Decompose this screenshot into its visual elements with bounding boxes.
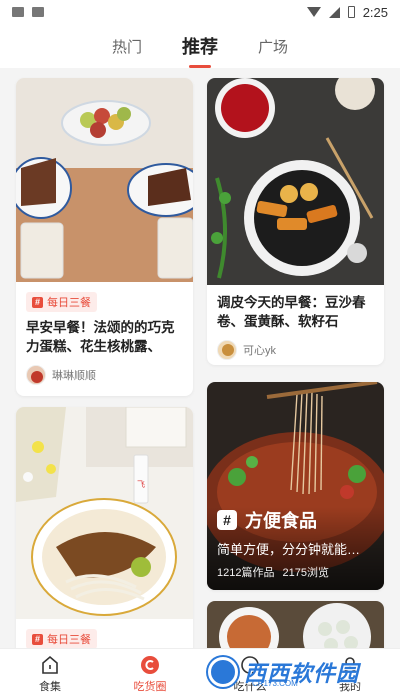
topic-card[interactable]: # 方便食品 简单方便，分分钟就能… 1212篇作品 2175浏览 [207,382,384,590]
bottom-nav: 食集 吃货圈 吃什么 我的 [0,648,400,700]
hashtag-icon: # [32,633,43,645]
topic-image: # 方便食品 简单方便，分分钟就能… 1212篇作品 2175浏览 [207,382,384,590]
breakfast-photo [207,78,384,285]
topic-views-count: 2175浏览 [282,567,329,579]
dumpling-photo [207,601,384,648]
home-icon [42,655,58,674]
nav-label: 吃什么 [233,681,267,693]
discover-icon [241,656,259,674]
author-name: 可心yk [243,345,276,357]
post-card[interactable]: # 每日三餐 早安早餐！法颂的的巧克力蛋糕、花生核桃露、枣！… 琳琳顺顺 [16,78,193,396]
post-image[interactable]: 飞 [16,407,193,619]
topic-badge-label: 每日三餐 [47,297,91,309]
app-notification-icon [32,7,44,17]
topic-works-count: 1212篇作品 [217,567,275,579]
topic-badge-label: 每日三餐 [47,634,91,646]
nav-wode[interactable]: 我的 [300,649,400,700]
svg-text:飞: 飞 [137,480,145,489]
profile-icon [342,657,358,674]
post-card[interactable] [207,601,384,648]
post-title[interactable]: 早安早餐！法颂的的巧克力蛋糕、花生核桃露、枣！… [26,318,183,356]
topic-badge[interactable]: # 每日三餐 [26,629,97,648]
nav-shiji[interactable]: 食集 [0,649,100,700]
post-image[interactable] [16,78,193,282]
wifi-icon [306,7,321,17]
topic-subtitle: 简单方便，分分钟就能… [217,542,361,557]
post-card[interactable]: 飞 # 每日三餐 [16,407,193,648]
tab-hot[interactable]: 热门 [112,36,142,57]
post-image[interactable] [207,78,384,285]
nav-chihuoquan[interactable]: 吃货圈 [100,649,200,700]
hashtag-icon: # [217,510,237,530]
nav-label: 我的 [339,681,361,693]
signal-icon [328,6,340,18]
nav-label: 食集 [39,681,61,693]
nav-label: 吃货圈 [133,681,167,693]
tab-recommend[interactable]: 推荐 [182,33,218,59]
status-time: 2:25 [362,4,388,20]
status-bar: 2:25 [0,0,400,24]
gallery-notification-icon [12,7,24,17]
noodle-dish-photo: 飞 [16,407,193,619]
avatar [217,340,237,360]
tab-square[interactable]: 广场 [258,36,288,57]
topic-overlay: # 方便食品 简单方便，分分钟就能… 1212篇作品 2175浏览 [207,507,384,590]
author-name: 琳琳顺顺 [52,370,96,382]
post-author[interactable]: 可心yk [217,340,374,360]
topic-title: 方便食品 [245,511,317,531]
top-tabs: 热门 推荐 广场 [0,24,400,68]
nav-chishenme[interactable]: 吃什么 [200,649,300,700]
post-card[interactable]: 调皮今天的早餐：豆沙春卷、蛋黄酥、软籽石榴、… 可心yk [207,78,384,365]
post-author[interactable]: 琳琳顺顺 [26,365,183,385]
topic-badge[interactable]: # 每日三餐 [26,292,97,312]
post-image[interactable] [207,601,384,648]
cake-photo [16,78,193,282]
hashtag-icon: # [32,296,43,308]
avatar [26,365,46,385]
battery-icon [347,6,355,18]
feed[interactable]: # 每日三餐 早安早餐！法颂的的巧克力蛋糕、花生核桃露、枣！… 琳琳顺顺 [0,68,400,648]
post-title[interactable]: 调皮今天的早餐：豆沙春卷、蛋黄酥、软籽石榴、… [217,293,374,331]
community-icon [141,656,159,674]
